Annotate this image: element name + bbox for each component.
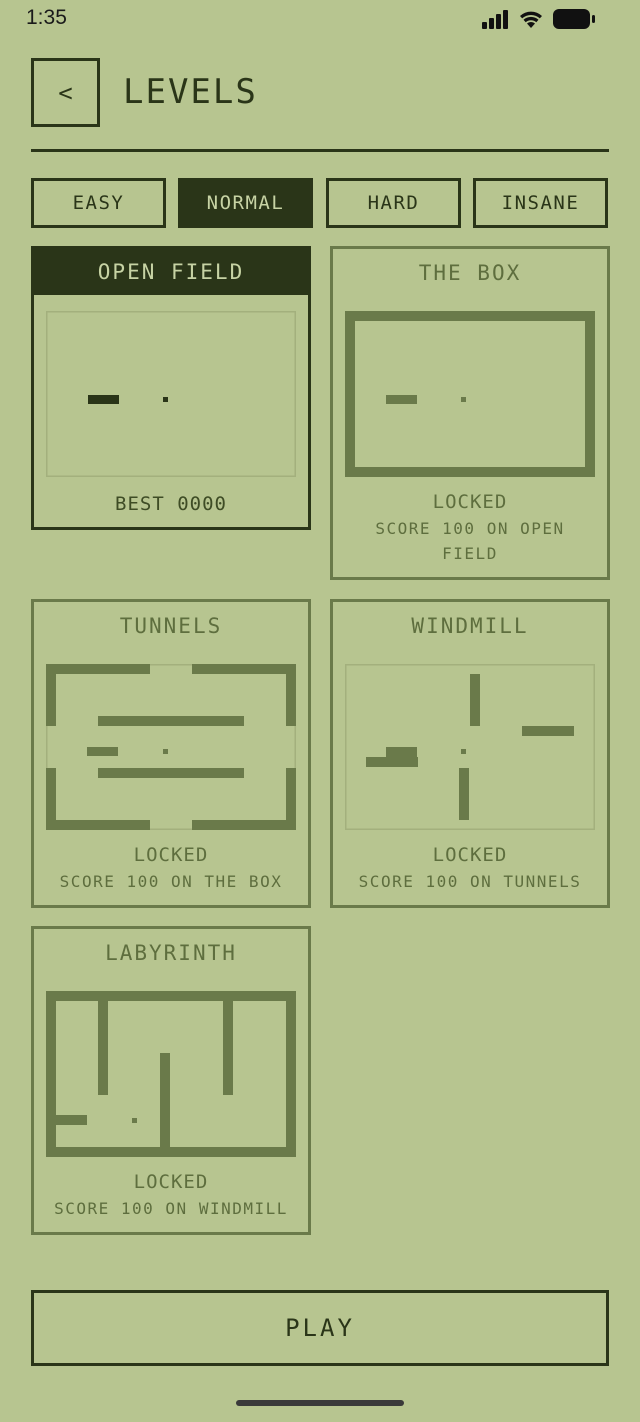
- snake: [386, 747, 417, 767]
- food: [163, 749, 168, 754]
- divider: [31, 149, 609, 152]
- level-title: THE BOX: [418, 261, 522, 285]
- level-requirement-cont: FIELD: [442, 544, 498, 563]
- tab-easy[interactable]: EASY: [31, 178, 166, 228]
- level-title: TUNNELS: [119, 614, 223, 638]
- level-preview-windmill: [345, 664, 595, 830]
- level-requirement: SCORE 100 ON TUNNELS: [358, 872, 582, 891]
- food: [132, 1118, 137, 1123]
- level-title: OPEN FIELD: [34, 249, 308, 295]
- food: [461, 749, 466, 754]
- snake: [87, 747, 118, 756]
- level-requirement: SCORE 100 ON WINDMILL: [54, 1199, 288, 1218]
- status-icons: [482, 8, 596, 30]
- level-locked-status: LOCKED: [133, 1171, 209, 1193]
- tab-normal[interactable]: NORMAL: [178, 178, 313, 228]
- level-card-labyrinth[interactable]: LABYRINTH LOCKED SCORE 100 ON WINDMILL: [31, 926, 311, 1235]
- back-button[interactable]: <: [31, 58, 100, 127]
- level-preview-the-box: [345, 311, 595, 477]
- signal-icon: [482, 10, 508, 29]
- level-locked-status: LOCKED: [133, 844, 209, 866]
- snake: [386, 395, 417, 404]
- header: < LEVELS: [31, 58, 609, 130]
- status-time: 1:35: [26, 6, 67, 29]
- level-best-score: BEST 0000: [115, 493, 227, 515]
- play-button[interactable]: PLAY: [31, 1290, 609, 1366]
- level-preview-tunnels: [46, 664, 296, 830]
- home-indicator: [236, 1400, 404, 1406]
- food: [461, 397, 466, 402]
- level-requirement: SCORE 100 ON THE BOX: [59, 872, 283, 891]
- tab-hard[interactable]: HARD: [326, 178, 461, 228]
- snake: [88, 395, 119, 404]
- page-title: LEVELS: [123, 72, 258, 112]
- level-card-windmill[interactable]: WINDMILL LOCKED SCORE 100 ON TUNNELS: [330, 599, 610, 908]
- difficulty-tabs: EASY NORMAL HARD INSANE: [31, 178, 609, 228]
- level-locked-status: LOCKED: [432, 491, 508, 513]
- level-card-open-field[interactable]: OPEN FIELD BEST 0000: [31, 246, 311, 530]
- level-title: WINDMILL: [411, 614, 529, 638]
- level-title: LABYRINTH: [105, 941, 237, 965]
- level-card-tunnels[interactable]: TUNNELS LOCKED SCORE 100 ON THE BOX: [31, 599, 311, 908]
- level-card-the-box[interactable]: THE BOX LOCKED SCORE 100 ON OPEN FIELD: [330, 246, 610, 580]
- battery-icon: [553, 9, 595, 29]
- level-preview-open-field: [46, 311, 296, 477]
- status-bar: 1:35: [0, 0, 640, 40]
- level-locked-status: LOCKED: [432, 844, 508, 866]
- level-preview-labyrinth: [46, 991, 296, 1157]
- level-requirement: SCORE 100 ON OPEN: [375, 519, 565, 538]
- tab-insane[interactable]: INSANE: [473, 178, 608, 228]
- food: [163, 397, 168, 402]
- wifi-icon: [520, 11, 542, 28]
